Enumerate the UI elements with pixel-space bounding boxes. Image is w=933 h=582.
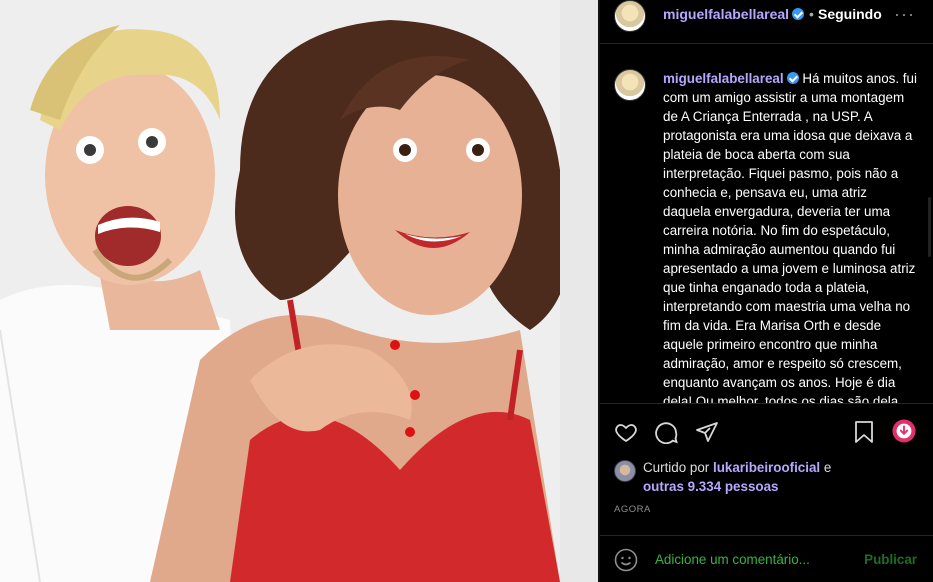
caption-text: Há muitos anos. fui com um amigo assisti… xyxy=(663,71,917,403)
post-image xyxy=(0,0,598,582)
comment-icon[interactable] xyxy=(655,420,679,445)
action-bar xyxy=(600,412,933,452)
post-photo[interactable] xyxy=(0,0,598,582)
caption-username[interactable]: miguelfalabellareal xyxy=(663,71,799,86)
download-icon[interactable] xyxy=(892,419,918,445)
publish-button[interactable]: Publicar xyxy=(864,552,917,567)
share-icon[interactable] xyxy=(695,420,719,444)
caption-username-text[interactable]: miguelfalabellareal xyxy=(663,71,784,86)
post-header: miguelfalabellareal • Seguindo ··· xyxy=(600,0,933,44)
divider xyxy=(600,403,933,404)
others-likes-link[interactable]: outras 9.334 pessoas xyxy=(643,479,778,494)
liker-avatar[interactable] xyxy=(614,460,636,482)
following-button[interactable]: Seguindo xyxy=(818,6,882,22)
post-username[interactable]: miguelfalabellareal xyxy=(663,6,805,22)
comment-input[interactable]: Adicione um comentário... xyxy=(655,552,810,567)
likes-and: e xyxy=(823,460,832,475)
likes-prefix: Curtido por xyxy=(643,460,710,475)
verified-icon xyxy=(792,8,805,20)
scrollbar[interactable] xyxy=(928,197,931,257)
post-panel: miguelfalabellareal • Seguindo ··· migue… xyxy=(600,0,933,582)
separator-dot: • xyxy=(809,6,814,22)
caption: miguelfalabellareal Há muitos anos. fui … xyxy=(663,69,918,403)
verified-icon xyxy=(786,72,799,84)
bookmark-icon[interactable] xyxy=(852,420,876,444)
caption-avatar[interactable] xyxy=(614,69,646,101)
avatar[interactable] xyxy=(614,0,646,32)
liker-username[interactable]: lukaribeirooficial xyxy=(713,460,820,475)
caption-area: miguelfalabellareal Há muitos anos. fui … xyxy=(600,57,933,403)
heart-icon[interactable] xyxy=(614,420,638,444)
post-timestamp[interactable]: AGORA xyxy=(614,504,651,515)
username-text[interactable]: miguelfalabellareal xyxy=(663,6,789,22)
smile-icon[interactable] xyxy=(614,548,638,572)
likes-summary: Curtido por lukaribeirooficial e outras … xyxy=(614,458,924,496)
comment-box: Adicione um comentário... Publicar xyxy=(600,535,933,582)
more-options-icon[interactable]: ··· xyxy=(894,4,915,25)
